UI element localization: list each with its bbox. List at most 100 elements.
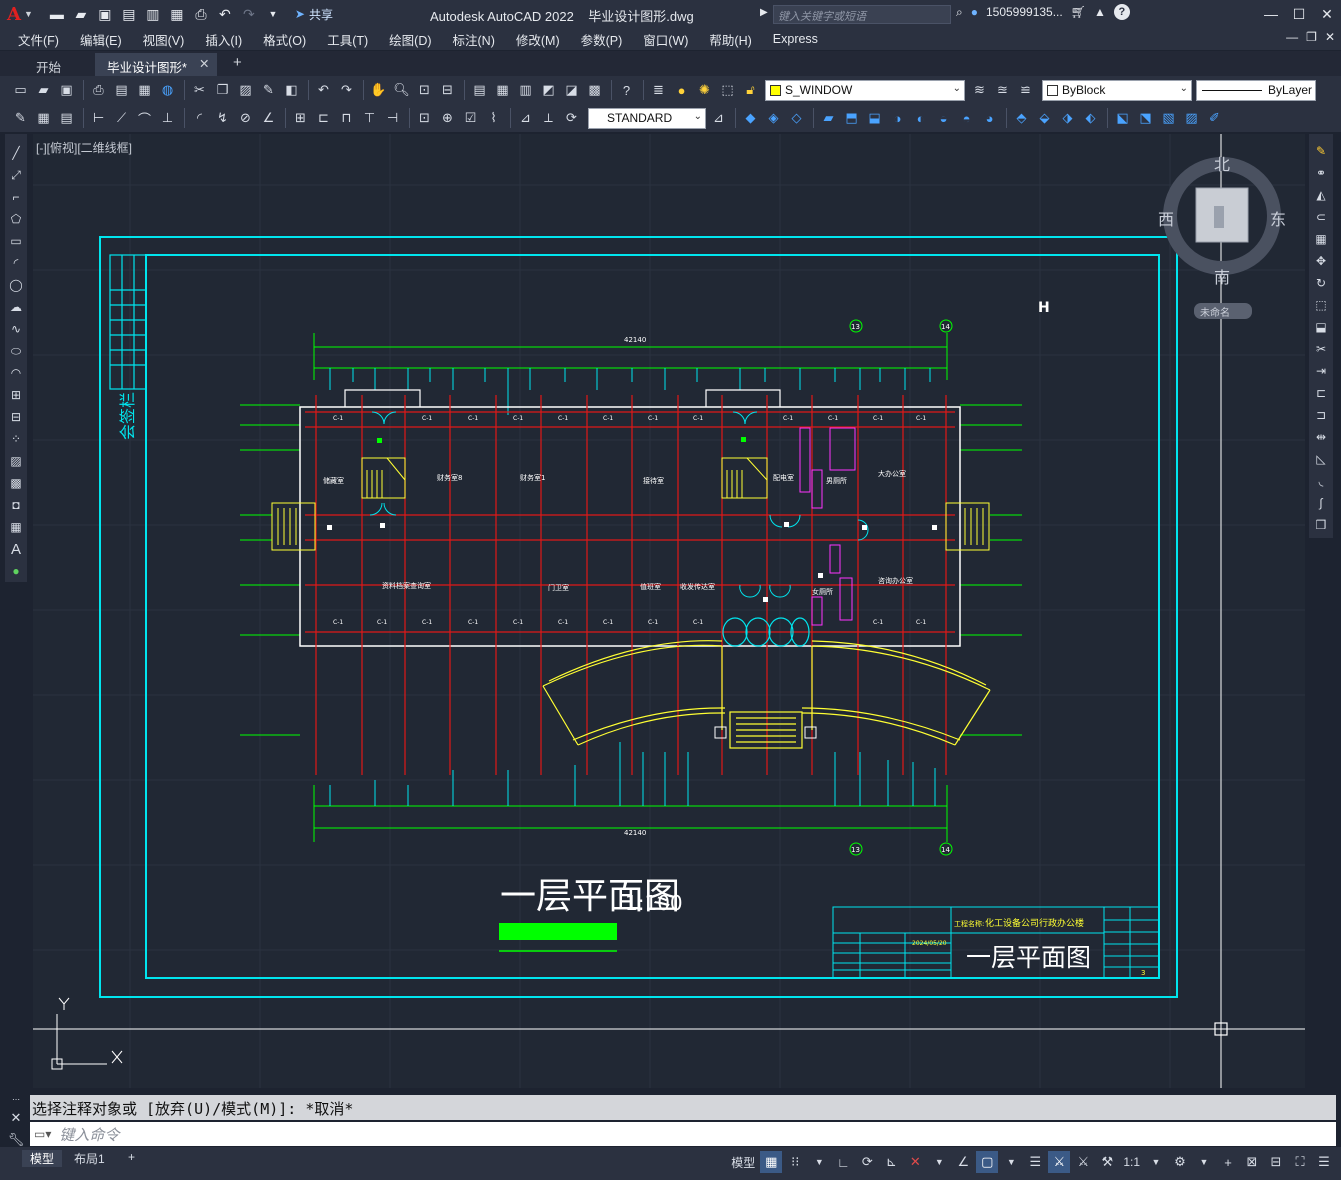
linetype-combo[interactable]: ByLayer [1196,79,1316,101]
open-icon[interactable]: ▰ [33,80,54,101]
close-tab-icon[interactable]: ✕ [199,56,209,71]
menu-dimension[interactable]: 标注(N) [453,30,495,49]
redo-tb-icon[interactable]: ↷ [336,80,357,101]
dim-radius-icon[interactable]: ◜ [189,108,210,129]
doc-restore-icon[interactable]: ❐ [1306,30,1317,44]
dim-continue-icon[interactable]: ⊓ [336,108,357,129]
ucs-face-icon[interactable]: ▧ [1158,108,1179,129]
point-icon[interactable]: ⁘ [7,428,25,450]
side-steps-left[interactable] [271,502,316,551]
layer-viewport-icon[interactable]: ⬚ [717,80,738,101]
recent-commands-icon[interactable]: ▭▾ [34,1127,51,1141]
region-icon[interactable]: ◘ [7,494,25,516]
viewport-controls-label[interactable]: [-][俯视][二维线框] [36,139,132,156]
plot-preview-icon[interactable]: ▥ [143,4,163,24]
table-icon[interactable]: ▦ [7,516,25,538]
stretch-icon[interactable]: ⬓ [1312,316,1330,338]
help-icon[interactable]: ? [1113,4,1130,20]
drawing-svg[interactable]: 会签栏 42140 13 14 C-1 C-1 C-1 C-1 C-1 C-1 … [33,134,1305,1088]
layer-properties-icon[interactable]: ≣ [648,80,669,101]
dimstyle-combo[interactable]: STANDARD ⌄ [588,107,706,129]
viewcube[interactable]: 北 南 东 西 未命名 [1158,148,1288,328]
workspace-caret-icon[interactable]: ▼ [1193,1151,1215,1173]
inner-frame[interactable] [145,254,1160,979]
trim-icon[interactable]: ✂ [1312,338,1330,360]
zoom-previous-icon[interactable]: ⊟ [437,80,458,101]
undo-tb-icon[interactable]: ↶ [313,80,334,101]
close-command-line-icon[interactable]: ✕ [11,1110,22,1126]
3d-union-icon[interactable]: ◈ [763,108,784,129]
dim-diameter-icon[interactable]: ⊘ [235,108,256,129]
workspace-gear-icon[interactable]: ⚙ [1169,1151,1191,1173]
menu-edit[interactable]: 编辑(E) [80,30,122,49]
dim-space-icon[interactable]: ⊤ [359,108,380,129]
side-steps-right[interactable] [945,502,990,551]
tab-drawing[interactable]: 毕业设计图形* ✕ [95,53,218,76]
undo-icon[interactable]: ↶ [215,4,235,24]
sheet-set-icon[interactable]: ◩ [538,80,559,101]
3d-dwf-icon[interactable]: ◍ [157,80,178,101]
layer-lock-icon[interactable]: 🔓︎ [740,80,761,101]
units-icon[interactable]: ⊠ [1241,1151,1263,1173]
dim-text-edit-icon[interactable]: ⟂ [538,108,559,129]
line-icon[interactable]: ╱ [7,142,25,164]
customize-wrench-icon[interactable]: 🔧︎ [8,1132,25,1148]
make-block-icon[interactable]: ⊟ [7,406,25,428]
properties-icon[interactable]: ▤ [469,80,490,101]
thicken-icon[interactable]: ⬗ [1057,108,1078,129]
markup-icon[interactable]: ◪ [561,80,582,101]
plot-icon[interactable]: ⎙ [88,80,109,101]
center-mark-icon[interactable]: ⊕ [437,108,458,129]
preview-icon[interactable]: ▤ [111,80,132,101]
doc-minimize-icon[interactable]: — [1286,30,1298,44]
annotation-scale-icon[interactable]: ⚒ [1096,1151,1118,1173]
a360-icon[interactable]: ▲ [1094,5,1106,19]
ortho-icon[interactable]: ⊾ [880,1151,902,1173]
menu-tools[interactable]: 工具(T) [327,30,368,49]
insert-block-icon[interactable]: ⊞ [7,384,25,406]
publish-icon[interactable]: ▦ [167,4,187,24]
menu-parametric[interactable]: 参数(P) [581,30,623,49]
layer-on-bulb-icon[interactable]: ● [671,80,692,101]
menu-format[interactable]: 格式(O) [263,30,306,49]
dim-baseline-icon[interactable]: ⊏ [313,108,334,129]
join-icon[interactable]: ⇹ [1312,426,1330,448]
arc-icon[interactable]: ◜ [7,252,25,274]
chamfer-edge-icon[interactable]: ⬙ [1034,108,1055,129]
annotation-visibility-icon[interactable]: ⚔ [1048,1151,1071,1173]
3d-subtract-icon[interactable]: ◇ [786,108,807,129]
hatch-icon[interactable]: ▨ [7,450,25,472]
menu-modify[interactable]: 修改(M) [516,30,560,49]
quick-properties-icon[interactable]: ⊟ [1265,1151,1287,1173]
rotate-icon[interactable]: ↻ [1312,272,1330,294]
entrance-mid-bay[interactable] [705,389,781,407]
stair-middle[interactable] [721,457,768,499]
snap-caret-icon[interactable]: ▼ [808,1151,830,1173]
inspect-icon[interactable]: ☑ [460,108,481,129]
save-icon[interactable]: ▣ [95,4,115,24]
paste-icon[interactable]: ▨ [235,80,256,101]
menu-draw[interactable]: 绘图(D) [389,30,431,49]
customize-qat-icon[interactable]: ▼ [263,4,283,24]
clean-screen-icon[interactable]: ⛶ [1289,1151,1311,1173]
blend-curves-icon[interactable]: ∫ [1312,492,1330,514]
mirror-icon[interactable]: ◭ [1312,184,1330,206]
osnap-caret-icon[interactable]: ▼ [1000,1151,1022,1173]
polar-caret-icon[interactable]: ▼ [928,1151,950,1173]
dim-style-icon[interactable]: ⊿ [708,108,729,129]
fillet-icon[interactable]: ◟ [1312,470,1330,492]
dynamic-input-icon[interactable]: ⟳ [856,1151,878,1173]
compass-west[interactable]: 西 [1158,206,1174,230]
erase-icon[interactable]: ✎ [1312,140,1330,162]
array-icon[interactable]: ▦ [1312,228,1330,250]
user-name[interactable]: 1505999135... [986,5,1063,19]
layer-previous-icon[interactable]: ≊ [992,80,1013,101]
cut-icon[interactable]: ✂ [189,80,210,101]
table-edit-icon[interactable]: ▦ [33,108,54,129]
offset-icon[interactable]: ⊂ [1312,206,1330,228]
menu-help[interactable]: 帮助(H) [709,30,751,49]
tab-layout1[interactable]: 布局1 [66,1150,113,1167]
block-editor-icon[interactable]: ◧ [281,80,302,101]
move-icon[interactable]: ✥ [1312,250,1330,272]
revcloud-icon[interactable]: ☁ [7,296,25,318]
